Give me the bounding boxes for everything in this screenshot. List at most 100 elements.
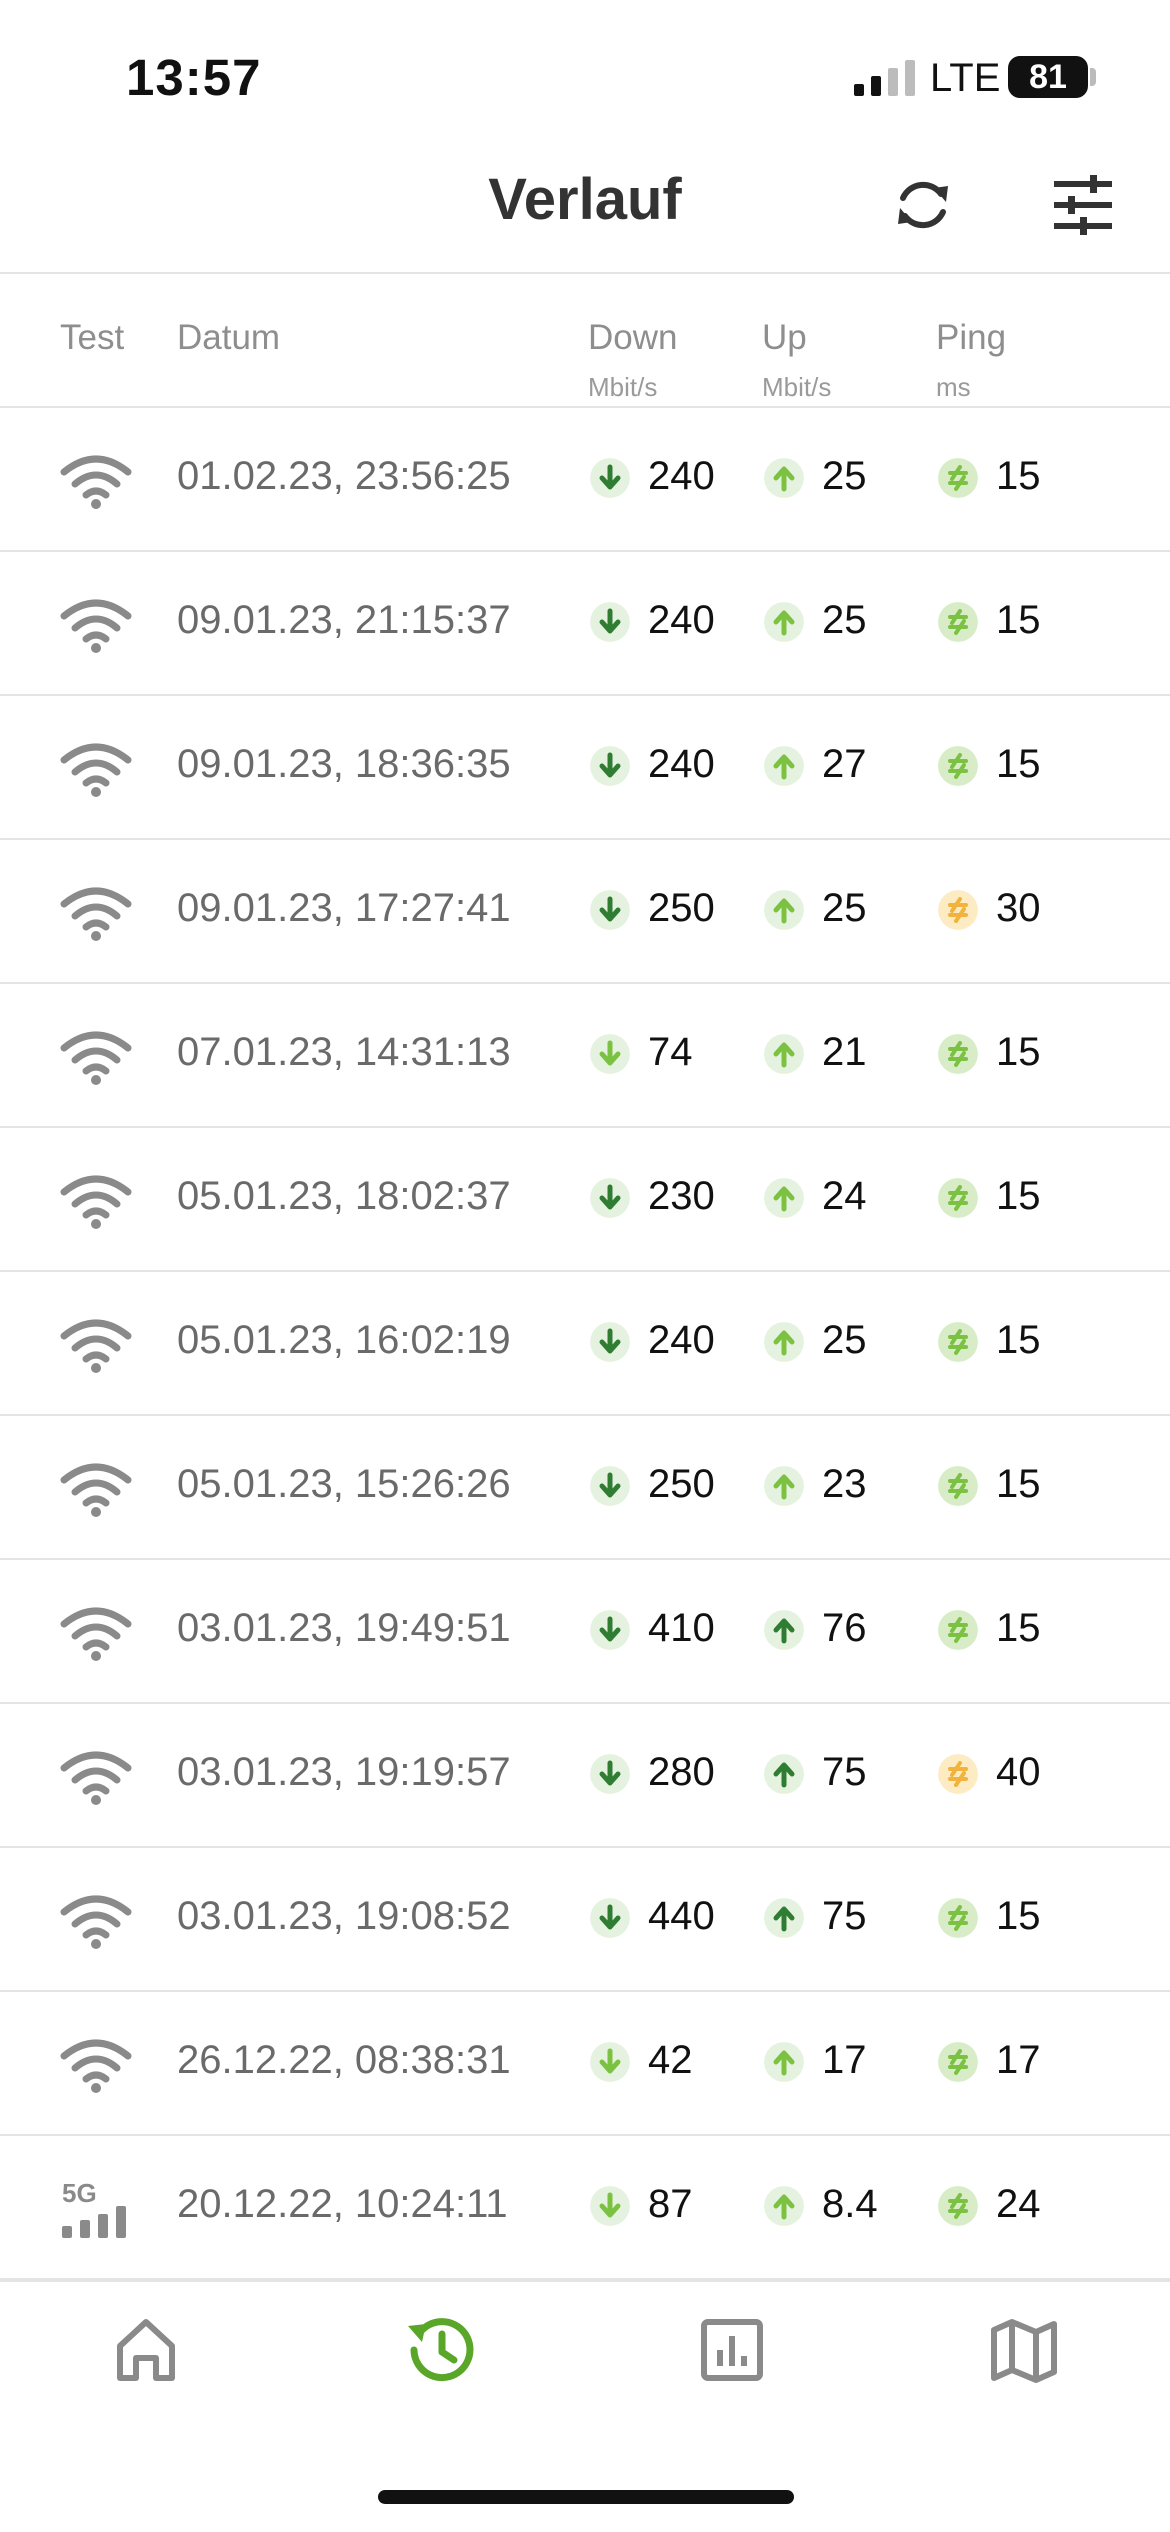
upload-arrow-icon bbox=[764, 1034, 804, 1074]
column-down[interactable]: Down bbox=[588, 318, 677, 358]
wifi-icon bbox=[60, 887, 132, 941]
column-up[interactable]: Up bbox=[762, 318, 807, 358]
history-icon[interactable] bbox=[400, 2310, 480, 2390]
upload-value: 21 bbox=[822, 1030, 867, 1074]
ping-value: 40 bbox=[996, 1750, 1041, 1794]
table-row[interactable]: 03.01.23, 19:08:52 440 75 15 bbox=[0, 1848, 1170, 1992]
column-ping[interactable]: Ping bbox=[936, 318, 1006, 358]
download-arrow-icon bbox=[590, 2042, 630, 2082]
upload-arrow-icon bbox=[764, 1178, 804, 1218]
download-arrow-icon bbox=[590, 1898, 630, 1938]
download-arrow-icon bbox=[590, 1754, 630, 1794]
table-row[interactable]: 09.01.23, 21:15:37 240 25 15 bbox=[0, 552, 1170, 696]
ping-value: 15 bbox=[996, 1174, 1041, 1218]
download-value: 240 bbox=[648, 1318, 715, 1362]
wifi-icon bbox=[60, 1607, 132, 1661]
status-time: 13:57 bbox=[126, 49, 262, 106]
ping-icon bbox=[938, 2186, 978, 2226]
upload-value: 23 bbox=[822, 1462, 867, 1506]
table-row[interactable]: 09.01.23, 18:36:35 240 27 15 bbox=[0, 696, 1170, 840]
sliders-icon[interactable] bbox=[1050, 174, 1116, 236]
ping-icon bbox=[938, 1178, 978, 1218]
refresh-icon[interactable] bbox=[890, 172, 956, 238]
ping-icon bbox=[938, 2042, 978, 2082]
table-row[interactable]: 26.12.22, 08:38:31 42 17 17 bbox=[0, 1992, 1170, 2136]
svg-text:5G: 5G bbox=[62, 2178, 97, 2208]
table-row[interactable]: 05.01.23, 15:26:26 250 23 15 bbox=[0, 1416, 1170, 1560]
ping-icon bbox=[938, 1754, 978, 1794]
row-date: 20.12.22, 10:24:11 bbox=[177, 2182, 508, 2226]
ping-value: 17 bbox=[996, 2038, 1041, 2082]
table-row[interactable]: 05.01.23, 18:02:37 230 24 15 bbox=[0, 1128, 1170, 1272]
row-date: 05.01.23, 16:02:19 bbox=[177, 1318, 511, 1362]
upload-arrow-icon bbox=[764, 2042, 804, 2082]
wifi-icon bbox=[60, 2039, 132, 2093]
column-up-unit: Mbit/s bbox=[762, 372, 832, 402]
row-date: 03.01.23, 19:19:57 bbox=[177, 1750, 511, 1794]
row-date: 09.01.23, 21:15:37 bbox=[177, 598, 511, 642]
results-list: 01.02.23, 23:56:25 240 25 15 09.01.23, 21:15… bbox=[0, 408, 1170, 2280]
table-row[interactable]: 03.01.23, 19:19:57 280 75 40 bbox=[0, 1704, 1170, 1848]
ping-icon bbox=[938, 1898, 978, 1938]
download-value: 230 bbox=[648, 1174, 715, 1218]
ping-value: 15 bbox=[996, 1606, 1041, 1650]
ping-value: 15 bbox=[996, 1462, 1041, 1506]
row-date: 01.02.23, 23:56:25 bbox=[177, 454, 511, 498]
column-header: Test Datum Down Mbit/s Up Mbit/s Ping ms bbox=[0, 276, 1170, 408]
upload-value: 75 bbox=[822, 1750, 867, 1794]
home-indicator bbox=[378, 2490, 794, 2504]
wifi-icon bbox=[60, 455, 132, 509]
network-type: LTE bbox=[930, 56, 1001, 100]
column-date[interactable]: Datum bbox=[177, 318, 280, 358]
download-value: 74 bbox=[648, 1030, 693, 1074]
ping-icon bbox=[938, 458, 978, 498]
page-header: Verlauf bbox=[0, 150, 1170, 274]
download-arrow-icon bbox=[590, 1034, 630, 1074]
download-value: 240 bbox=[648, 454, 715, 498]
table-row[interactable]: 05.01.23, 16:02:19 240 25 15 bbox=[0, 1272, 1170, 1416]
ping-value: 15 bbox=[996, 1894, 1041, 1938]
upload-arrow-icon bbox=[764, 602, 804, 642]
ping-value: 15 bbox=[996, 1318, 1041, 1362]
ping-icon bbox=[938, 1466, 978, 1506]
download-value: 410 bbox=[648, 1606, 715, 1650]
ping-value: 15 bbox=[996, 598, 1041, 642]
upload-value: 27 bbox=[822, 742, 867, 786]
upload-value: 17 bbox=[822, 2038, 867, 2082]
download-arrow-icon bbox=[590, 1322, 630, 1362]
ping-value: 24 bbox=[996, 2182, 1041, 2226]
upload-arrow-icon bbox=[764, 1322, 804, 1362]
ping-icon bbox=[938, 1034, 978, 1074]
home-icon[interactable] bbox=[106, 2310, 186, 2390]
upload-value: 25 bbox=[822, 454, 867, 498]
wifi-icon bbox=[60, 1895, 132, 1949]
battery-nub bbox=[1090, 68, 1096, 86]
table-row[interactable]: 5G 20.12.22, 10:24:11 87 8.4 24 bbox=[0, 2136, 1170, 2280]
page-title: Verlauf bbox=[488, 167, 682, 232]
column-down-unit: Mbit/s bbox=[588, 372, 658, 402]
download-value: 87 bbox=[648, 2182, 693, 2226]
row-date: 05.01.23, 18:02:37 bbox=[177, 1174, 511, 1218]
ping-icon bbox=[938, 602, 978, 642]
upload-arrow-icon bbox=[764, 1898, 804, 1938]
column-test[interactable]: Test bbox=[60, 318, 124, 358]
wifi-icon bbox=[60, 1751, 132, 1805]
table-row[interactable]: 09.01.23, 17:27:41 250 25 30 bbox=[0, 840, 1170, 984]
table-row[interactable]: 01.02.23, 23:56:25 240 25 15 bbox=[0, 408, 1170, 552]
upload-arrow-icon bbox=[764, 1754, 804, 1794]
ping-icon bbox=[938, 746, 978, 786]
table-row[interactable]: 07.01.23, 14:31:13 74 21 15 bbox=[0, 984, 1170, 1128]
upload-value: 25 bbox=[822, 886, 867, 930]
statistics-icon[interactable] bbox=[692, 2310, 772, 2390]
ping-value: 15 bbox=[996, 742, 1041, 786]
download-arrow-icon bbox=[590, 1610, 630, 1650]
map-icon[interactable] bbox=[984, 2310, 1064, 2390]
ping-icon bbox=[938, 890, 978, 930]
ping-value: 15 bbox=[996, 1030, 1041, 1074]
ping-icon bbox=[938, 1610, 978, 1650]
table-row[interactable]: 03.01.23, 19:49:51 410 76 15 bbox=[0, 1560, 1170, 1704]
battery-indicator: 81 bbox=[1008, 56, 1088, 98]
download-value: 42 bbox=[648, 2038, 693, 2082]
wifi-icon bbox=[60, 599, 132, 653]
download-value: 250 bbox=[648, 886, 715, 930]
